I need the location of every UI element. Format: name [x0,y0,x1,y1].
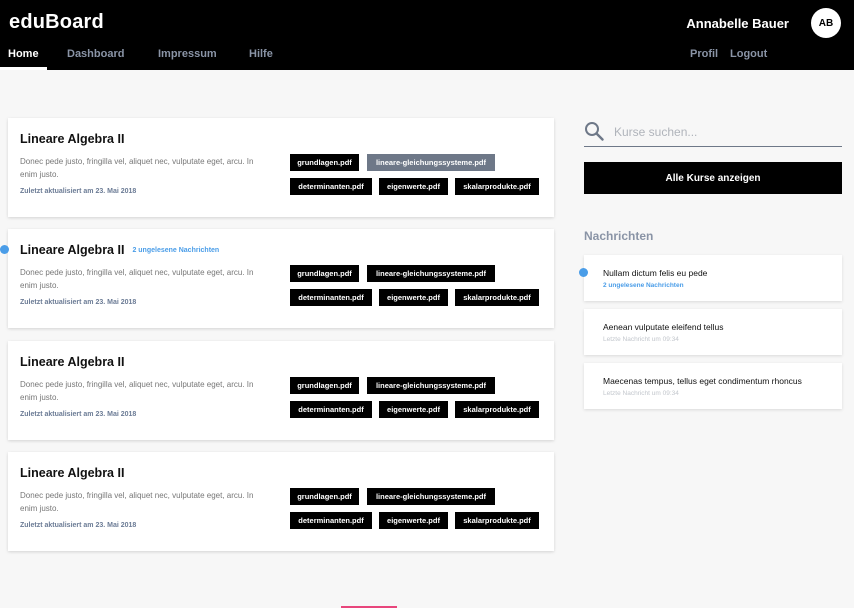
search-underline [584,146,842,147]
file-tag-lineare-gleichungssysteme[interactable]: lineare-gleichungssysteme.pdf [367,265,495,282]
course-title[interactable]: Lineare Algebra II [20,466,124,480]
course-description: Donec pede justo, fringilla vel, aliquet… [20,380,254,402]
file-tag-grundlagen[interactable]: grundlagen.pdf [290,377,359,394]
file-tag-determinanten[interactable]: determinanten.pdf [290,178,372,195]
file-tag-eigenwerte[interactable]: eigenwerte.pdf [379,512,448,529]
message-subtitle: Letzte Nachricht um 09:34 [603,390,679,397]
course-card[interactable]: Lineare Algebra II Donec pede justo, fri… [8,341,554,440]
file-tag-skalarprodukte[interactable]: skalarprodukte.pdf [455,512,539,529]
nav-impressum[interactable]: Impressum [158,44,217,70]
file-tag-determinanten[interactable]: determinanten.pdf [290,289,372,306]
brand-logo[interactable]: eduBoard [9,11,104,34]
message-subtitle: 2 ungelesene Nachrichten [603,282,684,289]
file-tag-skalarprodukte[interactable]: skalarprodukte.pdf [455,178,539,195]
course-description: Donec pede justo, fringilla vel, aliquet… [20,491,254,513]
file-tag-eigenwerte[interactable]: eigenwerte.pdf [379,401,448,418]
file-tag-skalarprodukte[interactable]: skalarprodukte.pdf [455,289,539,306]
message-item[interactable]: Nullam dictum felis eu pede 2 ungelesene… [579,255,842,301]
search-icon[interactable] [584,121,604,141]
messages-heading: Nachrichten [584,229,654,243]
course-title[interactable]: Lineare Algebra II [20,132,124,146]
avatar[interactable]: AB [811,8,841,38]
top-header: eduBoard Annabelle Bauer AB Home Dashboa… [0,0,854,70]
course-updated: Zuletzt aktualisiert am 23. Mai 2018 [20,299,137,306]
show-all-courses-button[interactable]: Alle Kurse anzeigen [584,162,842,194]
file-tag-skalarprodukte[interactable]: skalarprodukte.pdf [455,401,539,418]
file-tag-determinanten[interactable]: determinanten.pdf [290,512,372,529]
course-updated: Zuletzt aktualisiert am 23. Mai 2018 [20,411,137,418]
unread-badge: 2 ungelesene Nachrichten [132,247,220,255]
file-tag-eigenwerte[interactable]: eigenwerte.pdf [379,178,448,195]
course-card[interactable]: Lineare Algebra II 2 ungelesene Nachricht… [0,229,554,328]
message-subtitle: Letzte Nachricht um 09:34 [603,336,679,343]
file-tag-lineare-gleichungssysteme[interactable]: lineare-gleichungssysteme.pdf [367,154,495,171]
nav-dashboard[interactable]: Dashboard [67,44,124,70]
file-tag-grundlagen[interactable]: grundlagen.pdf [290,265,359,282]
user-name: Annabelle Bauer [686,16,789,31]
unread-indicator-dot [579,268,588,277]
nav-hilfe[interactable]: Hilfe [249,44,273,70]
course-updated: Zuletzt aktualisiert am 23. Mai 2018 [20,188,137,195]
file-tag-lineare-gleichungssysteme[interactable]: lineare-gleichungssysteme.pdf [367,488,495,505]
file-tag-eigenwerte[interactable]: eigenwerte.pdf [379,289,448,306]
message-title: Aenean vulputate eleifend tellus [603,322,724,332]
file-tag-grundlagen[interactable]: grundlagen.pdf [290,154,359,171]
message-item[interactable]: Aenean vulputate eleifend tellus Letzte … [584,309,842,355]
course-card[interactable]: Lineare Algebra II Donec pede justo, fri… [8,118,554,217]
file-tag-determinanten[interactable]: determinanten.pdf [290,401,372,418]
course-updated: Zuletzt aktualisiert am 23. Mai 2018 [20,522,137,529]
course-card[interactable]: Lineare Algebra II Donec pede justo, fri… [8,452,554,551]
message-title: Maecenas tempus, tellus eget condimentum… [603,376,802,386]
profile-link[interactable]: Profil [690,48,718,60]
course-title[interactable]: Lineare Algebra II 2 ungelesene Nachricht… [20,243,219,257]
unread-indicator-dot [0,245,9,254]
file-tag-grundlagen[interactable]: grundlagen.pdf [290,488,359,505]
course-description: Donec pede justo, fringilla vel, aliquet… [20,157,254,179]
course-title[interactable]: Lineare Algebra II [20,355,124,369]
course-description: Donec pede justo, fringilla vel, aliquet… [20,268,254,290]
nav-home[interactable]: Home [0,44,47,70]
file-tag-lineare-gleichungssysteme[interactable]: lineare-gleichungssysteme.pdf [367,377,495,394]
message-item[interactable]: Maecenas tempus, tellus eget condimentum… [584,363,842,409]
course-search-input[interactable] [614,121,842,143]
message-title: Nullam dictum felis eu pede [603,268,708,278]
logout-link[interactable]: Logout [730,48,767,60]
